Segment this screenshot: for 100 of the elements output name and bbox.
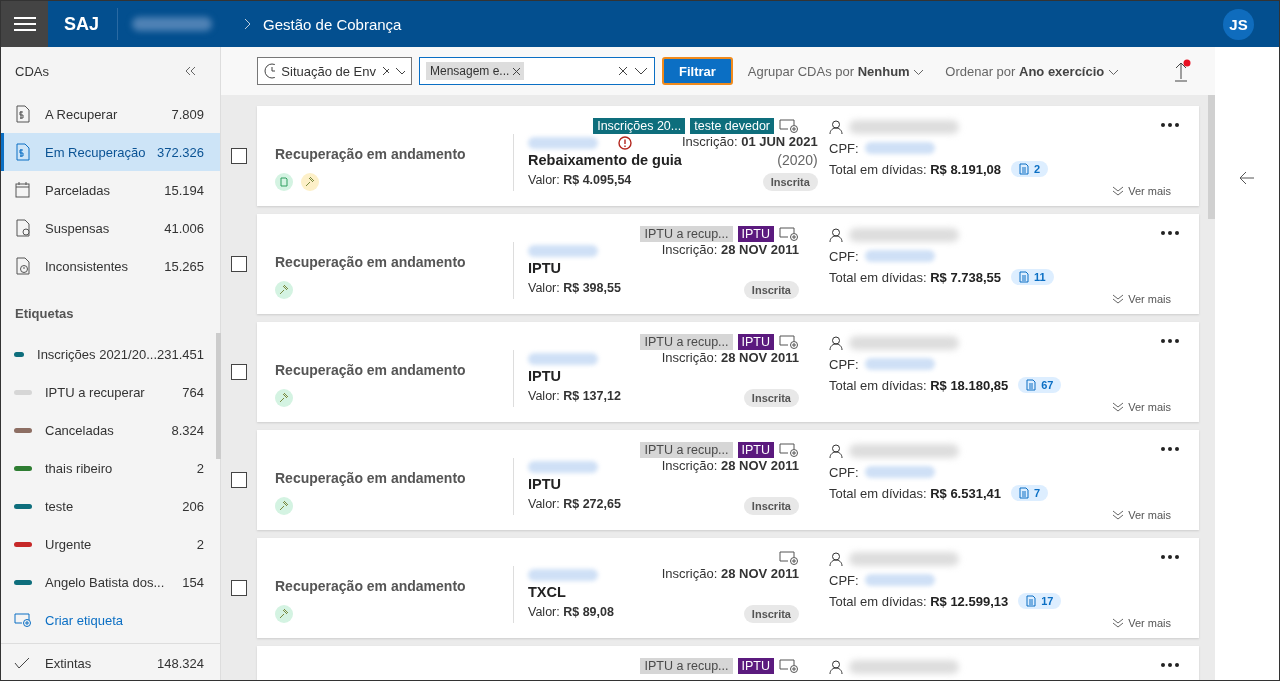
tag-item[interactable]: Inscrições 2021/20...231.451 — [1, 335, 220, 373]
page-title: Gestão de Cobrança — [263, 15, 402, 33]
registration-date: Inscrição: 01 JUN 2021 — [681, 134, 818, 151]
filter-dropdown[interactable]: Situação de Env — [257, 57, 412, 85]
menu-icon — [13, 16, 36, 32]
tag-label[interactable]: IPTU a recup... — [640, 442, 733, 458]
more-options-icon[interactable] — [1161, 231, 1179, 235]
blurred-text — [528, 353, 598, 365]
add-tag-icon[interactable] — [779, 118, 799, 134]
checkbox[interactable] — [231, 580, 247, 596]
upload-icon[interactable] — [1173, 59, 1191, 83]
tag-label[interactable]: Inscrições 20... — [593, 118, 686, 134]
see-more-link[interactable]: Ver mais — [1112, 617, 1171, 629]
status-text: Recuperação em andamento — [275, 578, 467, 594]
sidebar-item[interactable]: A Recuperar 7.809 — [1, 95, 220, 133]
cpf-label: CPF: — [829, 248, 859, 264]
person-icon — [829, 228, 843, 242]
person-icon — [829, 552, 843, 566]
sidebar-item[interactable]: Parceladas 15.194 — [1, 171, 220, 209]
document-count[interactable]: 7 — [1011, 485, 1049, 501]
debt-card[interactable]: Recuperação em andamento IPTU a recup... IPTU IPTU Valor: R$ 272,65 Inscrição: 28 NOV 2011 Inscrita CPF: Total em dívidas: R$ 6.531,41 7 Ver mais — [257, 430, 1199, 530]
add-tag-icon[interactable] — [779, 550, 799, 566]
debt-card[interactable]: IPTU a recup... IPTU — [257, 646, 1199, 680]
blurred-text — [864, 358, 935, 370]
more-options-icon[interactable] — [1161, 555, 1179, 559]
blurred-text — [528, 569, 598, 581]
debt-card[interactable]: Recuperação em andamento TXCL Valor: R$ 89,08 Inscrição: 28 NOV 2011 Inscrita CPF: Total em dívidas: R$ 12.599,13 17 Ver mais — [257, 538, 1199, 638]
debt-subject: Rebaixamento de guia — [528, 152, 682, 170]
create-tag-link[interactable]: Criar etiqueta — [1, 601, 220, 639]
cpf-label: CPF: — [829, 356, 859, 372]
document-icon — [14, 181, 32, 199]
chevron-down-icon — [634, 67, 648, 75]
see-more-link[interactable]: Ver mais — [1112, 401, 1171, 413]
status-badge: Inscrita — [743, 389, 799, 407]
group-by-dropdown[interactable]: Agrupar CDAs por Nenhum — [747, 63, 925, 79]
add-tag-icon[interactable] — [779, 658, 799, 674]
tag-item[interactable]: teste 206 — [1, 487, 220, 525]
debt-card[interactable]: Recuperação em andamento IPTU a recup... IPTU IPTU Valor: R$ 398,55 Inscrição: 28 NOV 2011 Inscrita CPF: Total em dívidas: R$ 7.738,55 11 Ver mais — [257, 214, 1199, 314]
more-options-icon[interactable] — [1161, 447, 1179, 451]
double-chevron-icon — [1112, 294, 1125, 304]
add-tag-icon[interactable] — [779, 334, 799, 350]
tag-label[interactable]: IPTU — [737, 334, 774, 350]
tag-label[interactable]: IPTU — [737, 658, 774, 674]
checkbox[interactable] — [231, 148, 247, 164]
sidebar-item[interactable]: Extintas 148.324 — [1, 643, 220, 680]
filter-chip[interactable]: Mensagem e... — [426, 62, 524, 80]
tag-item[interactable]: thais ribeiro 2 — [1, 449, 220, 487]
sort-dropdown[interactable]: Ordenar por Ano exercício — [945, 63, 1119, 79]
sidebar-item[interactable]: Inconsistentes 15.265 — [1, 247, 220, 285]
tag-label[interactable]: IPTU a recup... — [640, 658, 733, 674]
scrollbar[interactable] — [216, 333, 221, 459]
debt-subject: IPTU — [528, 368, 563, 386]
debt-card[interactable]: Recuperação em andamento IPTU a recup... IPTU IPTU Valor: R$ 137,12 Inscrição: 28 NOV 2011 Inscrita CPF: Total em dívidas: R$ 18.180,85 67 Ver mais — [257, 322, 1199, 422]
sidebar-item[interactable]: Suspensas 41.006 — [1, 209, 220, 247]
chevron-down-icon — [913, 68, 925, 76]
tag-item[interactable]: Urgente 2 — [1, 525, 220, 563]
close-icon[interactable] — [512, 68, 520, 75]
add-tag-icon[interactable] — [779, 442, 799, 458]
more-options-icon[interactable] — [1161, 663, 1179, 667]
double-chevron-icon — [1112, 510, 1125, 520]
see-more-link[interactable]: Ver mais — [1112, 509, 1171, 521]
tag-item[interactable]: Angelo Batista dos... 154 — [1, 563, 220, 601]
document-icon — [14, 143, 32, 161]
tag-item[interactable]: IPTU a recuperar 764 — [1, 373, 220, 411]
cpf-label: CPF: — [829, 140, 859, 156]
menu-button[interactable] — [1, 1, 48, 47]
add-tag-icon[interactable] — [779, 226, 799, 242]
document-count[interactable]: 2 — [1011, 161, 1049, 177]
document-count[interactable]: 11 — [1011, 269, 1054, 285]
document-count[interactable]: 17 — [1018, 593, 1062, 609]
total-debt-text: Total em dívidas: R$ 7.738,55 — [829, 269, 1001, 285]
scrollbar[interactable] — [1208, 95, 1215, 219]
checkbox[interactable] — [231, 472, 247, 488]
document-count[interactable]: 67 — [1018, 377, 1062, 393]
value-text: Valor: R$ 4.095,54 — [528, 173, 633, 187]
more-options-icon[interactable] — [1161, 339, 1179, 343]
sidebar-item[interactable]: Em Recuperação 372.326 — [1, 133, 220, 171]
clear-icon[interactable] — [382, 66, 390, 76]
filter-dropdown[interactable]: Mensagem e... — [419, 57, 655, 85]
collapse-icon[interactable] — [184, 66, 196, 76]
tag-label[interactable]: IPTU a recup... — [640, 334, 733, 350]
see-more-link[interactable]: Ver mais — [1112, 293, 1171, 305]
more-options-icon[interactable] — [1161, 123, 1179, 127]
total-debt-text: Total em dívidas: R$ 6.531,41 — [829, 485, 1001, 501]
document-icon — [14, 219, 32, 237]
blurred-text — [864, 250, 935, 262]
user-avatar[interactable]: JS — [1223, 8, 1254, 40]
tag-item[interactable]: Canceladas 8.324 — [1, 411, 220, 449]
back-arrow-icon[interactable] — [1239, 171, 1255, 185]
clear-icon[interactable] — [618, 66, 628, 76]
add-tag-icon — [14, 613, 32, 627]
checkbox[interactable] — [231, 364, 247, 380]
tag-label[interactable]: IPTU a recup... — [640, 226, 733, 242]
blurred-text — [528, 461, 598, 473]
tag-label[interactable]: IPTU — [737, 442, 774, 458]
filter-button[interactable]: Filtrar — [662, 57, 733, 85]
tag-label[interactable]: IPTU — [737, 226, 774, 242]
see-more-link[interactable]: Ver mais — [1112, 185, 1171, 197]
checkbox[interactable] — [231, 256, 247, 272]
tag-label[interactable]: teste devedor — [690, 118, 774, 134]
